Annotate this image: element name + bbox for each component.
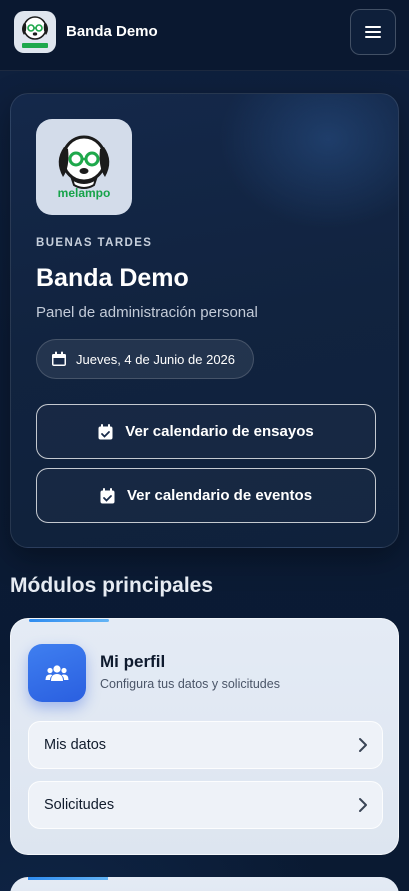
list-item-label: Mis datos [44, 737, 107, 753]
module-subtitle: Configura tus datos y solicitudes [100, 677, 280, 691]
dog-logo-icon [58, 135, 110, 189]
profile-module-card: Mi perfil Configura tus datos y solicitu… [10, 618, 399, 855]
rehearsal-calendar-button[interactable]: Ver calendario de ensayos [36, 404, 376, 459]
next-module-card [10, 877, 399, 891]
calendar-icon [52, 351, 66, 366]
app-logo[interactable] [14, 11, 56, 53]
dog-logo-icon [22, 16, 48, 48]
page-subtitle: Panel de administración personal [36, 304, 258, 321]
menu-button[interactable] [350, 9, 396, 55]
top-bar: Banda Demo [0, 0, 409, 71]
calendar-check-icon [100, 487, 115, 503]
section-title: Módulos principales [10, 574, 214, 597]
button-label: Ver calendario de eventos [126, 487, 313, 504]
chevron-right-icon [359, 738, 367, 752]
events-calendar-button[interactable]: Ver calendario de eventos [36, 468, 376, 523]
greeting-label: BUENAS TARDES [36, 237, 153, 249]
calendar-check-icon [98, 423, 113, 439]
page-title: Banda Demo [36, 264, 189, 292]
users-icon [45, 665, 69, 681]
module-title: Mi perfil [100, 652, 166, 671]
date-text: Jueves, 4 de Junio de 2026 [76, 351, 236, 367]
chevron-right-icon [359, 798, 367, 812]
welcome-card: melampo BUENAS TARDES Banda Demo Panel d… [10, 93, 399, 548]
app-title: Banda Demo [66, 23, 158, 40]
card-accent-bar [28, 877, 108, 880]
logo-wordmark: melampo [57, 186, 111, 200]
my-data-link[interactable]: Mis datos [28, 721, 383, 769]
band-logo: melampo [36, 119, 132, 215]
hamburger-icon [365, 26, 381, 38]
profile-module-icon [28, 644, 86, 702]
button-label: Ver calendario de ensayos [125, 423, 314, 440]
date-badge: Jueves, 4 de Junio de 2026 [36, 339, 254, 379]
list-item-label: Solicitudes [44, 797, 115, 813]
card-accent-bar [29, 619, 109, 622]
requests-link[interactable]: Solicitudes [28, 781, 383, 829]
